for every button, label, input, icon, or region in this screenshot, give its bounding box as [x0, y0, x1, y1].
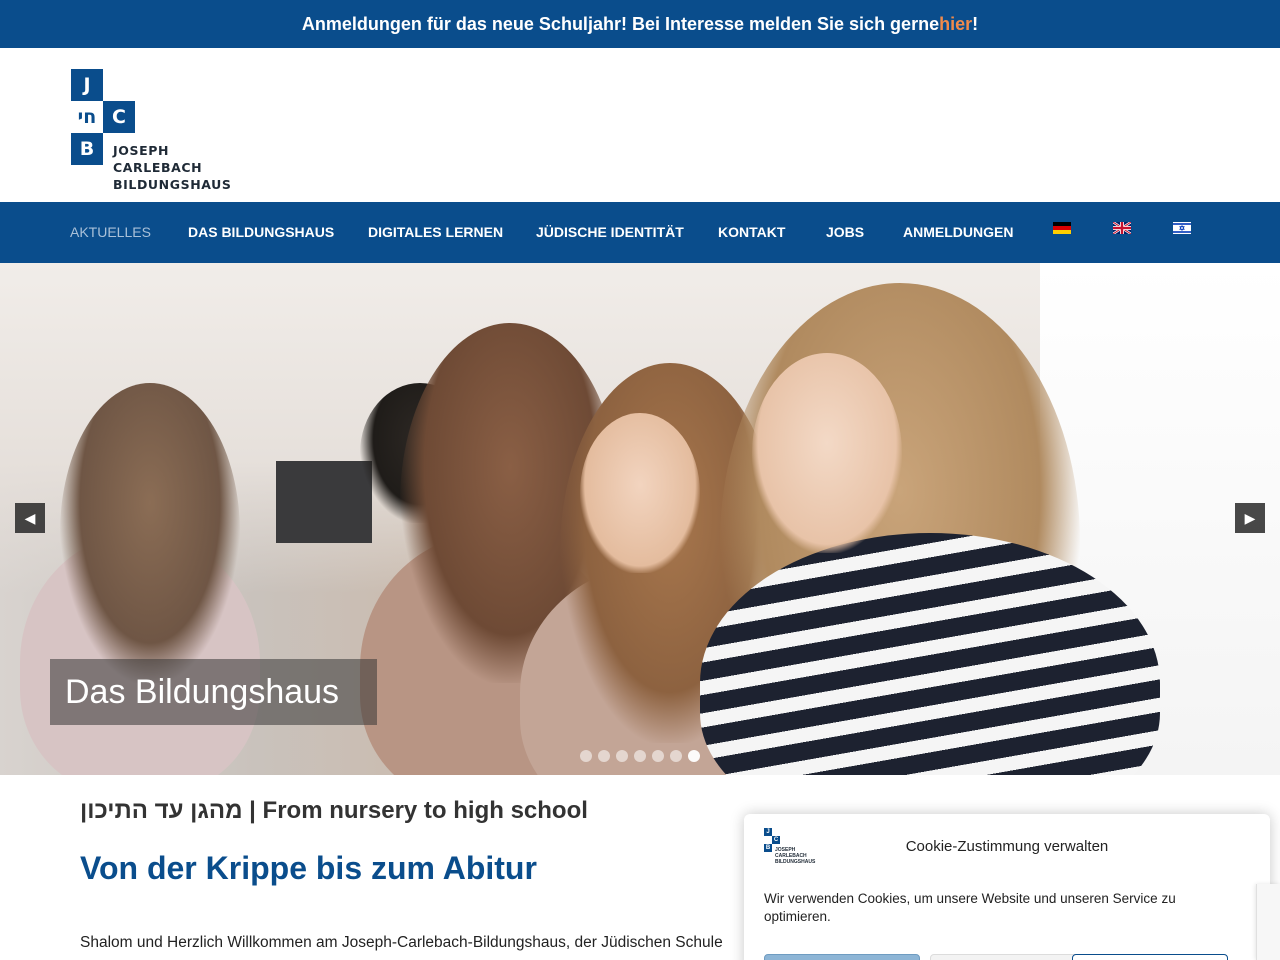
flag-uk-icon[interactable] — [1113, 222, 1131, 234]
site-logo[interactable]: J חי C B JOSEPH CARLEBACH BILDUNGSHAUS — [71, 69, 231, 194]
logo-wordmark: JOSEPH CARLEBACH BILDUNGSHAUS — [113, 142, 232, 193]
slide-student-front-face — [752, 353, 902, 553]
nav-item-anmeldungen[interactable]: ANMELDUNGEN — [903, 202, 1013, 263]
nav-item-juedische-identitaet[interactable]: JÜDISCHE IDENTITÄT — [536, 202, 684, 263]
chevron-left-icon[interactable]: ◀ — [15, 503, 45, 533]
nav-item-digitales-lernen[interactable]: DIGITALES LERNEN — [368, 202, 503, 263]
cookie-text: Wir verwenden Cookies, um unsere Website… — [764, 891, 1176, 924]
intro-paragraph: Shalom und Herzlich Willkommen am Joseph… — [80, 934, 723, 951]
slide-pagination — [580, 750, 700, 762]
cookie-title: Cookie-Zustimmung verwalten — [905, 838, 1109, 855]
section-subtitle: מהגן עד התיכון | From nursery to high sc… — [80, 797, 588, 824]
site-header: J חי C B JOSEPH CARLEBACH BILDUNGSHAUS — [0, 48, 1280, 202]
cookie-logo-line-3: BILDUNGSHAUS — [775, 859, 816, 865]
cookie-accept-button[interactable] — [764, 954, 920, 960]
cookie-preferences-button[interactable] — [1072, 954, 1228, 960]
slide-caption: Das Bildungshaus — [50, 659, 377, 725]
slide-dot-6[interactable] — [670, 750, 682, 762]
nav-item-jobs[interactable]: JOBS — [826, 202, 864, 263]
cookie-consent-panel: J C B JOSEPH CARLEBACH BILDUNGSHAUS Cook… — [744, 814, 1270, 960]
recaptcha-badge[interactable] — [1256, 884, 1280, 960]
nav-item-aktuelles[interactable]: AKTUELLES — [70, 202, 151, 263]
flag-il-icon[interactable] — [1173, 222, 1191, 234]
logo-hebrew: חי — [77, 106, 97, 128]
section-title: Von der Krippe bis zum Abitur — [80, 850, 537, 886]
chevron-right-icon[interactable]: ▶ — [1235, 503, 1265, 533]
slide-dot-5[interactable] — [652, 750, 664, 762]
main-nav: AKTUELLES DAS BILDUNGSHAUS DIGITALES LER… — [0, 202, 1280, 263]
slide-student-left-head — [60, 383, 240, 683]
nav-item-kontakt[interactable]: KONTAKT — [718, 202, 785, 263]
cookie-logo-j: J — [764, 828, 772, 836]
announcement-text: Anmeldungen für das neue Schuljahr! Bei … — [301, 13, 940, 34]
slide-dot-7[interactable] — [688, 750, 700, 762]
logo-letter-b: B — [71, 133, 103, 165]
logo-letter-c: C — [103, 101, 135, 133]
slide-dot-2[interactable] — [598, 750, 610, 762]
logo-letter-j: J — [71, 69, 103, 101]
flag-de-icon[interactable] — [1053, 222, 1071, 234]
cookie-deny-button[interactable] — [930, 954, 1086, 960]
slide-student-glasses-face — [580, 413, 700, 573]
logo-line-2: CARLEBACH — [113, 160, 203, 175]
announcement-bar: Anmeldungen für das neue Schuljahr! Bei … — [0, 0, 1280, 48]
logo-line-3: BILDUNGSHAUS — [113, 177, 232, 192]
nav-item-bildungshaus[interactable]: DAS BILDUNGSHAUS — [188, 202, 334, 263]
slide-monitor — [276, 461, 372, 543]
slide-dot-1[interactable] — [580, 750, 592, 762]
slide-dot-3[interactable] — [616, 750, 628, 762]
announcement-text-end: ! — [972, 13, 979, 34]
hero-slider: ◀ ▶ Das Bildungshaus — [0, 263, 1280, 775]
announcement-link[interactable]: hier — [939, 14, 972, 35]
logo-line-1: JOSEPH — [113, 143, 170, 158]
slide-dot-4[interactable] — [634, 750, 646, 762]
